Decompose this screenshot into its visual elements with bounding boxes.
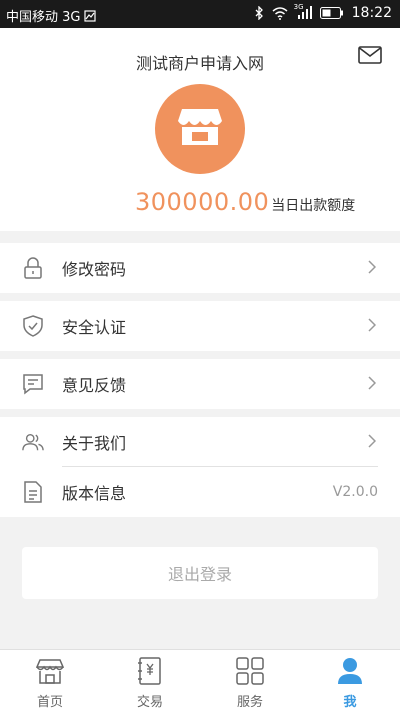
mail-icon[interactable] bbox=[358, 46, 382, 68]
menu-item-change-password[interactable]: 修改密码 bbox=[0, 243, 400, 293]
tab-label: 首页 bbox=[36, 695, 63, 710]
tab-home[interactable]: 首页 bbox=[0, 650, 100, 712]
chevron-right-icon bbox=[368, 317, 377, 336]
quota-amount: 300000.00 bbox=[135, 188, 270, 216]
lock-icon bbox=[22, 257, 44, 279]
menu-item-version-info[interactable]: 版本信息 V2.0.0 bbox=[0, 467, 400, 517]
quota-label: 当日出款额度 bbox=[271, 198, 356, 214]
bottom-tab-bar: 首页 交易 服务 我 bbox=[0, 649, 400, 712]
person-icon bbox=[337, 656, 363, 686]
tab-label: 服务 bbox=[236, 695, 263, 710]
menu-item-label: 关于我们 bbox=[62, 434, 127, 453]
status-bar: 中国移动 3G 3G 18:22 bbox=[0, 0, 400, 28]
shield-check-icon bbox=[22, 315, 44, 337]
network-type-label: 3G bbox=[293, 3, 304, 11]
chevron-right-icon bbox=[368, 433, 377, 452]
merchant-title: 测试商户申请入网 bbox=[135, 54, 264, 73]
tab-label: 我 bbox=[343, 695, 357, 710]
bluetooth-icon bbox=[254, 6, 264, 20]
menu-item-about-us[interactable]: 关于我们 bbox=[0, 417, 400, 467]
version-value: V2.0.0 bbox=[332, 484, 378, 500]
menu-item-label: 版本信息 bbox=[62, 484, 127, 503]
logout-button[interactable]: 退出登录 bbox=[22, 547, 378, 599]
menu-item-label: 意见反馈 bbox=[62, 376, 127, 395]
merchant-avatar[interactable] bbox=[155, 84, 245, 174]
grid-icon bbox=[236, 656, 264, 686]
menu-item-label: 修改密码 bbox=[62, 260, 127, 279]
tab-label: 交易 bbox=[136, 695, 163, 710]
feedback-icon bbox=[22, 373, 44, 395]
yen-book-icon bbox=[137, 656, 163, 686]
menu-item-feedback[interactable]: 意见反馈 bbox=[0, 359, 400, 409]
tab-transactions[interactable]: 交易 bbox=[100, 650, 200, 712]
tab-services[interactable]: 服务 bbox=[200, 650, 300, 712]
chevron-right-icon bbox=[368, 375, 377, 394]
menu-item-label: 安全认证 bbox=[62, 318, 127, 337]
carrier-label: 中国移动 3G bbox=[6, 10, 81, 25]
document-icon bbox=[22, 481, 44, 503]
status-time: 18:22 bbox=[351, 5, 392, 21]
tab-me[interactable]: 我 bbox=[300, 650, 400, 712]
store-icon bbox=[36, 656, 64, 686]
signal-icon: 3G bbox=[293, 3, 312, 20]
profile-header: 测试商户申请入网 300000.00 当日出款额度 bbox=[0, 28, 400, 231]
users-icon bbox=[22, 431, 44, 453]
battery-icon bbox=[319, 7, 344, 19]
wifi-icon bbox=[272, 6, 288, 20]
menu-item-security-auth[interactable]: 安全认证 bbox=[0, 301, 400, 351]
store-icon bbox=[177, 107, 223, 151]
daily-quota: 300000.00 当日出款额度 bbox=[135, 188, 355, 216]
screenshot-icon bbox=[84, 9, 97, 22]
chevron-right-icon bbox=[368, 259, 377, 278]
